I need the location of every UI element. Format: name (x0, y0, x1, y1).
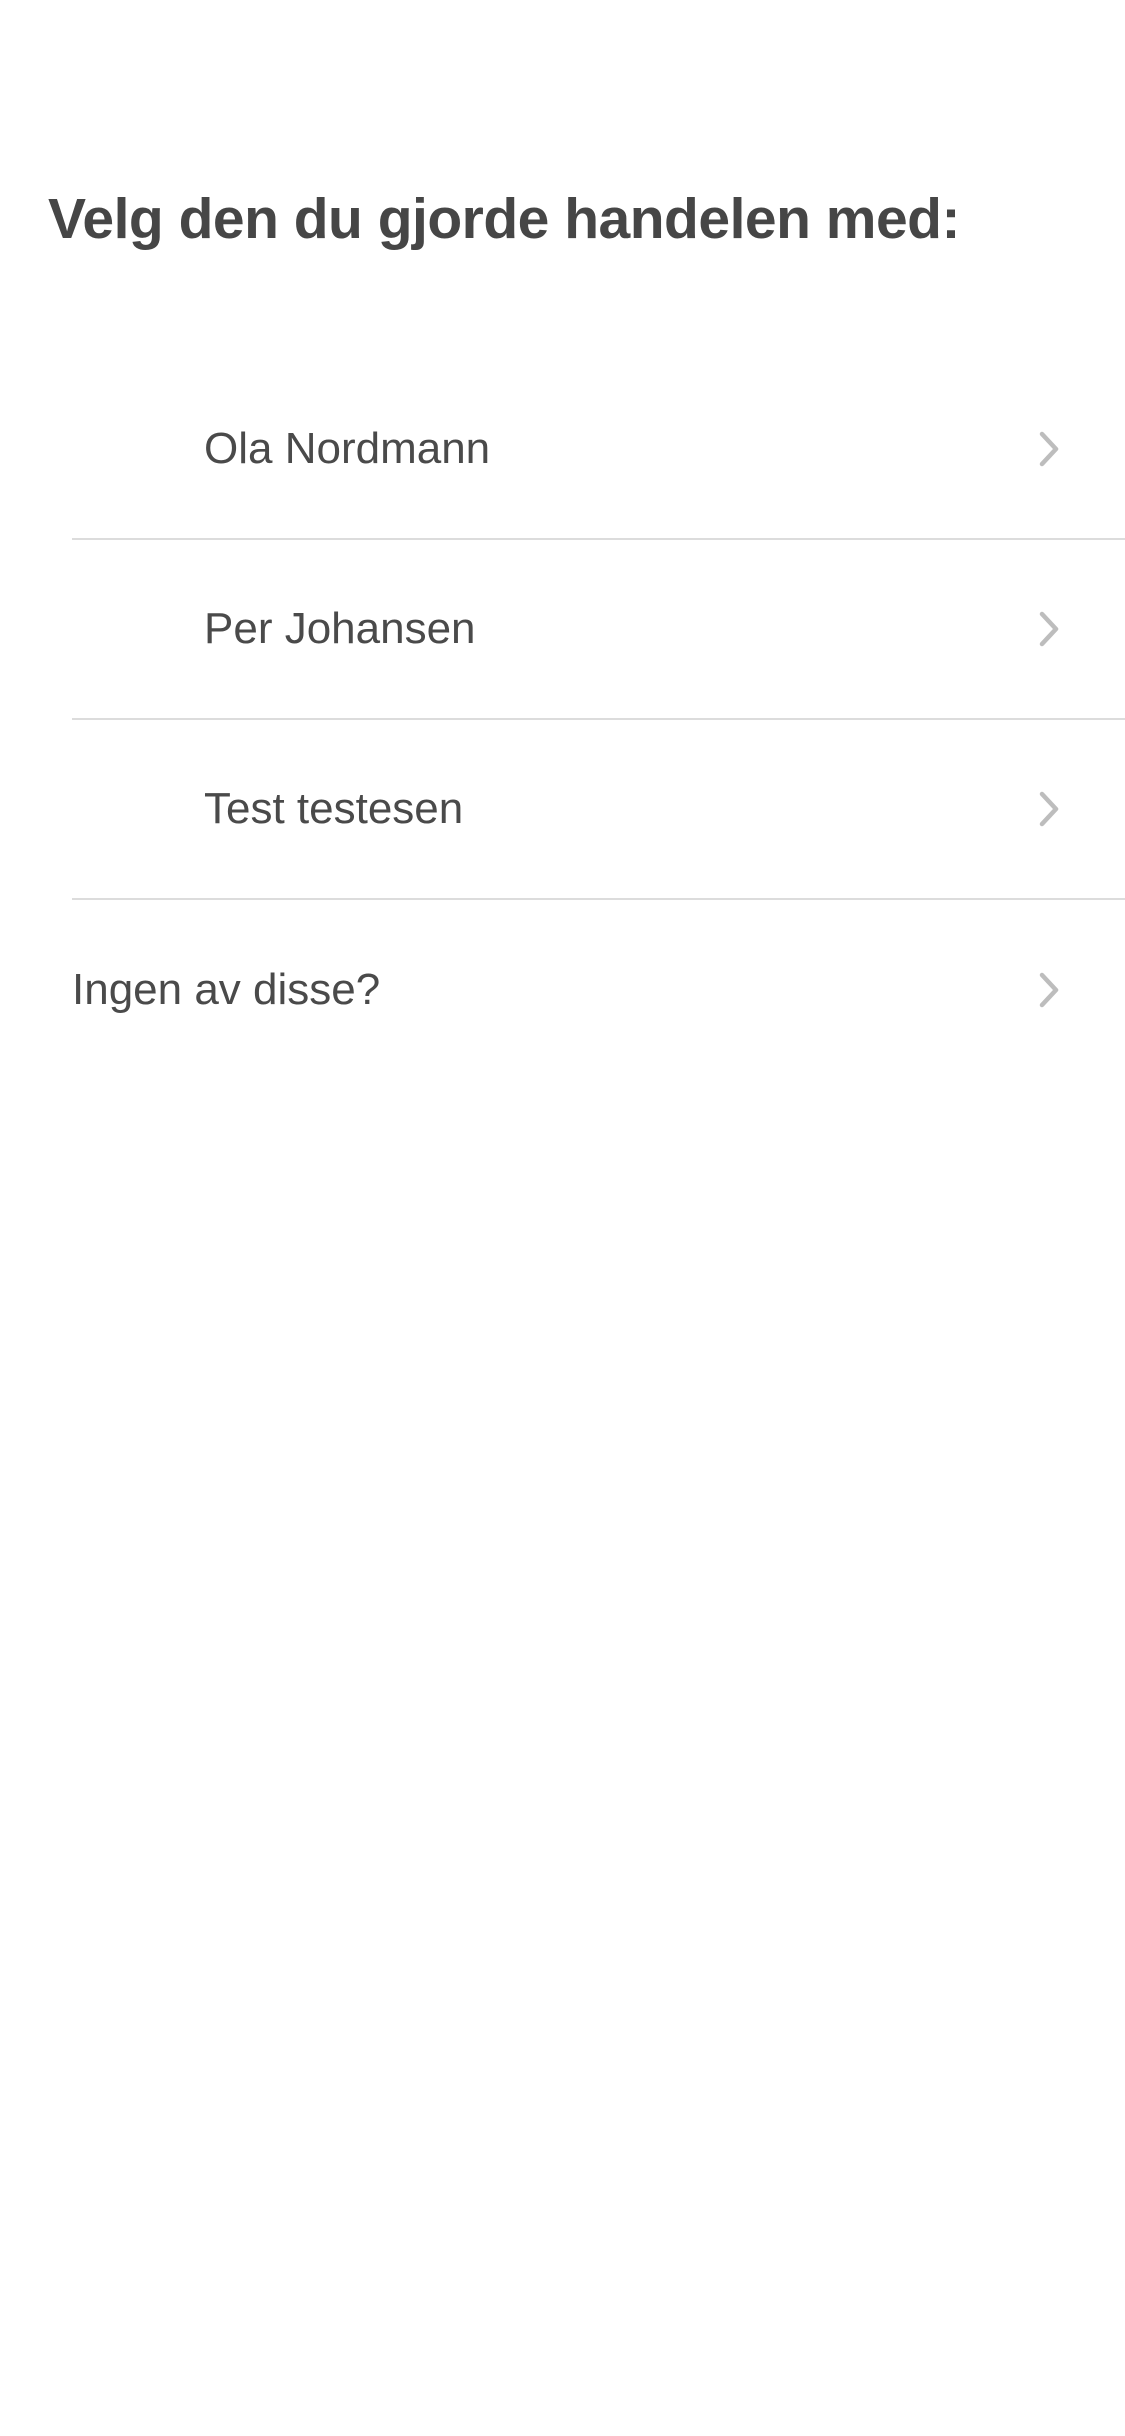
chevron-right-icon (1034, 429, 1064, 469)
page-title: Velg den du gjorde handelen med: (48, 187, 960, 251)
counterparty-list: Ola Nordmann Per Johansen Test testesen … (72, 360, 1125, 1080)
person-name: Ola Nordmann (204, 424, 491, 473)
list-item-person[interactable]: Test testesen (72, 720, 1125, 900)
person-name: Per Johansen (204, 604, 476, 653)
chevron-right-icon (1034, 609, 1064, 649)
list-item-person[interactable]: Ola Nordmann (72, 360, 1125, 540)
person-name: Test testesen (204, 784, 464, 833)
chevron-right-icon (1034, 970, 1064, 1010)
screen: Velg den du gjorde handelen med: Ola Nor… (0, 0, 1125, 2436)
chevron-right-icon (1034, 789, 1064, 829)
none-of-these-item[interactable]: Ingen av disse? (72, 900, 1125, 1080)
none-of-these-label: Ingen av disse? (72, 965, 381, 1014)
list-item-person[interactable]: Per Johansen (72, 540, 1125, 720)
